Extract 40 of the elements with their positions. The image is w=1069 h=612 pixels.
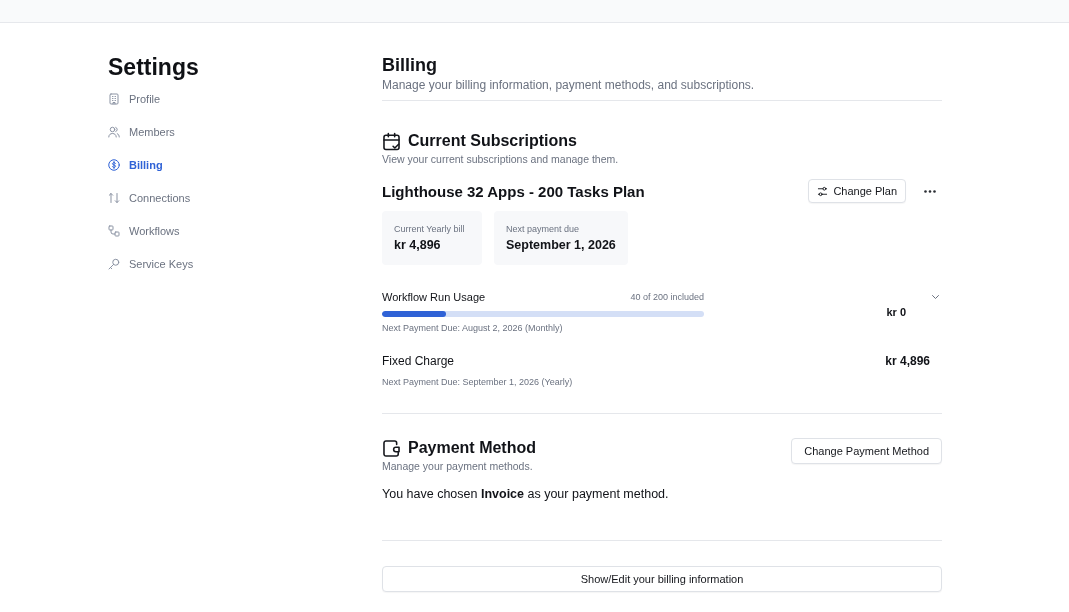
card-label: Current Yearly bill xyxy=(394,223,466,235)
page-subtitle: Manage your billing information, payment methods, and subscriptions. xyxy=(382,77,756,93)
sidebar-item[interactable]: Billing xyxy=(108,148,163,181)
charge-amount: kr 0 xyxy=(886,305,906,319)
charge-note: Next Payment Due: August 2, 2026 (Monthly) xyxy=(382,322,564,334)
dollar-icon xyxy=(108,158,120,171)
more-icon[interactable] xyxy=(924,189,936,193)
page-title: Billing xyxy=(382,54,438,77)
sliders-icon xyxy=(817,185,829,197)
section-subtitle: View your current subscriptions and manage them. xyxy=(382,152,620,166)
calendar-check-icon xyxy=(382,131,401,151)
sidebar-item[interactable]: Connections xyxy=(108,181,191,214)
billing-info-button[interactable]: Show/Edit your billing information xyxy=(382,566,942,592)
charge-note: Next Payment Due: September 1, 2026 (Yearly) xyxy=(382,376,574,388)
charge-name: Fixed Charge xyxy=(382,353,456,369)
change-plan-button[interactable]: Change Plan xyxy=(808,179,906,203)
arrows-icon xyxy=(108,191,120,204)
building-icon xyxy=(108,92,120,105)
sidebar-item[interactable]: Members xyxy=(108,115,175,148)
charge-name: Workflow Run Usage xyxy=(382,291,486,303)
plan-name: Lighthouse 32 Apps - 200 Tasks Plan xyxy=(382,182,646,200)
settings-title: Settings xyxy=(108,53,199,82)
card-label: Next payment due xyxy=(506,223,581,235)
charge-amount: kr 4,896 xyxy=(885,353,930,369)
usage-count: 40 of 200 included xyxy=(630,292,704,302)
change-payment-method-button[interactable]: Change Payment Method xyxy=(791,438,942,464)
chevron-icon[interactable] xyxy=(931,294,940,300)
users-icon xyxy=(108,125,120,138)
section-title: Payment Method xyxy=(408,438,536,458)
sidebar-item[interactable]: Service Keys xyxy=(108,247,194,280)
wallet-icon xyxy=(382,438,401,458)
sidebar-item[interactable]: Profile xyxy=(108,82,161,115)
key-icon xyxy=(108,257,120,270)
section-subtitle: Manage your payment methods. xyxy=(382,459,534,473)
card-value: kr 4,896 xyxy=(394,237,442,253)
nodes-icon xyxy=(108,224,120,237)
section-title: Current Subscriptions xyxy=(408,131,577,151)
card-value: September 1, 2026 xyxy=(506,237,616,253)
sidebar-item[interactable]: Workflows xyxy=(108,214,180,247)
payment-method-text: You have chosen Invoice as your payment method. xyxy=(382,486,670,503)
